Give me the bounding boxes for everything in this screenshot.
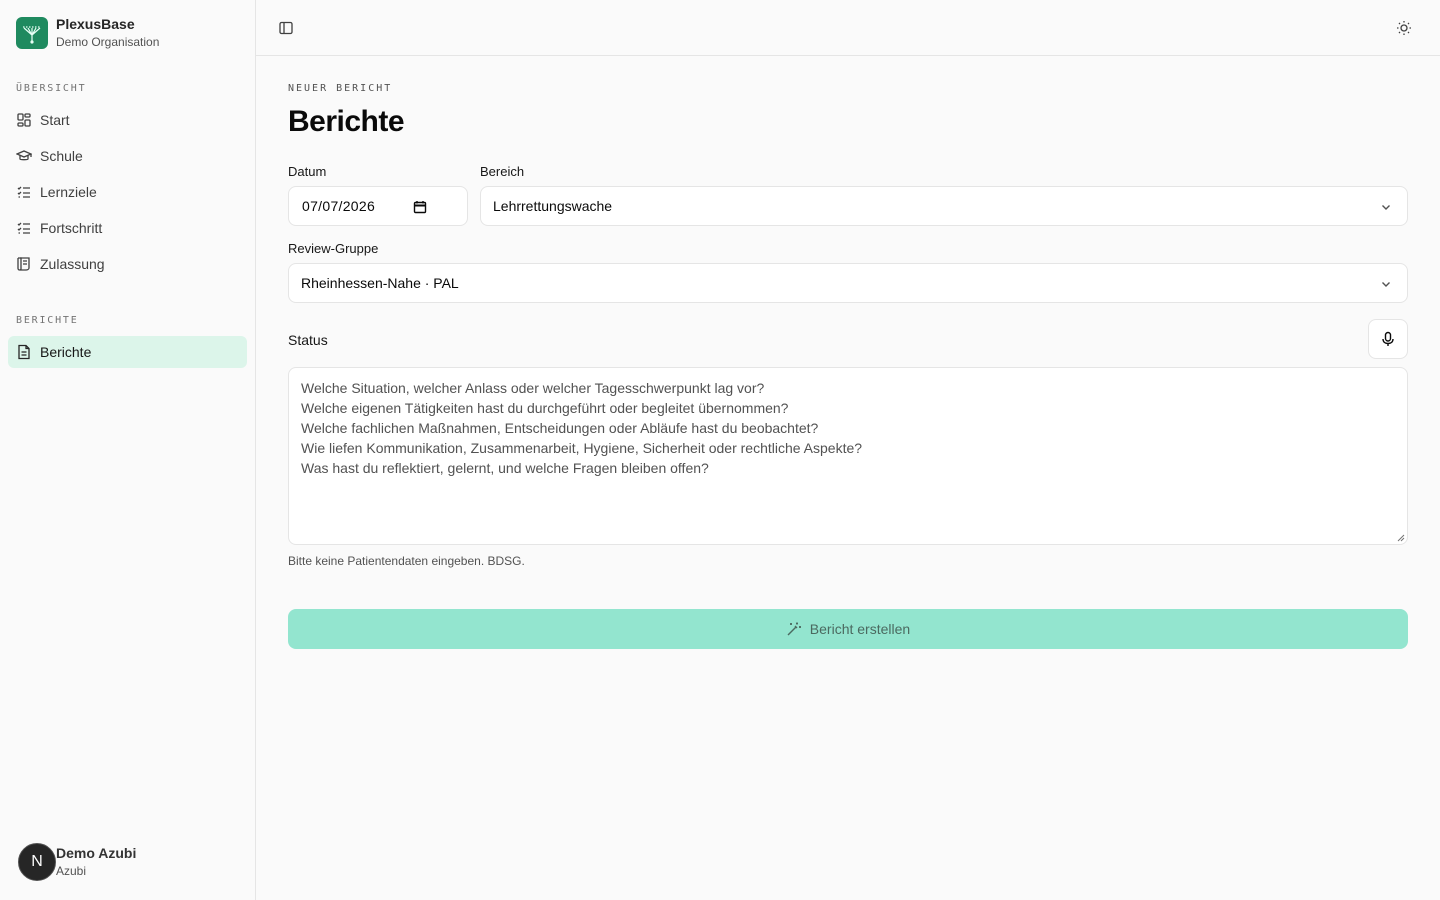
- placeholder-line: Welche fachlichen Maßnahmen, Entscheidun…: [301, 420, 819, 436]
- microphone-icon: [1382, 331, 1394, 346]
- graduation-cap-icon: [16, 150, 32, 161]
- scroll-icon: [17, 257, 30, 271]
- privacy-hint: Bitte keine Patientendaten eingeben. BDS…: [288, 554, 525, 568]
- avatar: N: [18, 843, 56, 881]
- brand-name: PlexusBase: [56, 16, 135, 32]
- placeholder-line: Wie liefen Kommunikation, Zusammenarbeit…: [301, 440, 863, 456]
- sidebar-item-berichte[interactable]: Berichte: [8, 336, 247, 368]
- placeholder-line: Welche Situation, welcher Anlass oder we…: [301, 380, 765, 396]
- sidebar-item-label: Fortschritt: [40, 220, 103, 236]
- user-menu[interactable]: N Demo Azubi Azubi: [18, 843, 136, 881]
- area-select[interactable]: Lehrrettungswache: [480, 186, 1408, 226]
- page-title: Berichte: [288, 105, 405, 138]
- placeholder-line: Was hast du reflektiert, gelernt, und we…: [301, 460, 709, 476]
- magic-wand-icon: [787, 622, 801, 636]
- review-group-label: Review-Gruppe: [288, 241, 379, 256]
- sidebar-item-zulassung[interactable]: Zulassung: [8, 248, 247, 280]
- chevron-down-icon: [1382, 282, 1390, 287]
- sun-icon: [1397, 21, 1411, 35]
- user-role: Azubi: [56, 864, 87, 878]
- area-selected-value: Lehrrettungswache: [493, 198, 613, 214]
- sidebar-item-label: Zulassung: [40, 256, 105, 272]
- calendar-icon[interactable]: [413, 200, 427, 214]
- sidebar: PlexusBase Demo Organisation ÜBERSICHT S…: [0, 0, 256, 900]
- sidebar-item-label: Berichte: [40, 344, 92, 360]
- sidebar-item-label: Start: [40, 112, 70, 128]
- topbar: [256, 0, 1440, 56]
- sidebar-item-label: Lernziele: [40, 184, 97, 200]
- organisation-name: Demo Organisation: [56, 35, 160, 49]
- create-report-button[interactable]: Bericht erstellen: [288, 609, 1408, 649]
- date-value: 07/07/2026: [302, 198, 376, 214]
- sidebar-item-schule[interactable]: Schule: [8, 140, 247, 172]
- sidebar-toggle-button[interactable]: [272, 14, 300, 42]
- user-name: Demo Azubi: [56, 845, 137, 861]
- dashboard-icon: [17, 113, 31, 127]
- area-label: Bereich: [480, 164, 525, 179]
- section-label-reports: BERICHTE: [16, 315, 79, 326]
- sidebar-nav-reports: Berichte: [8, 336, 247, 372]
- create-report-label: Bericht erstellen: [809, 621, 911, 637]
- date-label: Datum: [288, 164, 327, 179]
- chevron-down-icon: [1382, 205, 1390, 210]
- status-textarea[interactable]: Welche Situation, welcher Anlass oder we…: [288, 367, 1408, 545]
- sidebar-item-start[interactable]: Start: [8, 104, 247, 136]
- sidebar-nav-overview: Start Schule Lernziele Fortschritt Zulas…: [8, 104, 247, 284]
- section-label-overview: ÜBERSICHT: [16, 83, 87, 94]
- panel-left-icon: [279, 21, 293, 35]
- file-text-icon: [18, 344, 30, 360]
- status-label: Status: [288, 332, 328, 348]
- theme-toggle-button[interactable]: [1390, 14, 1418, 42]
- sidebar-item-lernziele[interactable]: Lernziele: [8, 176, 247, 208]
- date-input[interactable]: 07/07/2026: [288, 186, 468, 226]
- review-group-selected-value: Rheinhessen-Nahe · PAL: [301, 275, 459, 291]
- review-group-select[interactable]: Rheinhessen-Nahe · PAL: [288, 263, 1408, 303]
- page-eyebrow: NEUER BERICHT: [288, 83, 393, 94]
- sidebar-item-fortschritt[interactable]: Fortschritt: [8, 212, 247, 244]
- sidebar-item-label: Schule: [40, 148, 83, 164]
- resize-handle-icon[interactable]: [1397, 534, 1405, 542]
- checklist-icon: [17, 222, 30, 234]
- checklist-icon: [17, 186, 30, 198]
- voice-input-button[interactable]: [1368, 319, 1408, 359]
- plexus-logo-icon: [16, 17, 48, 49]
- placeholder-line: Welche eigenen Tätigkeiten hast du durch…: [301, 400, 789, 416]
- brand[interactable]: PlexusBase Demo Organisation: [16, 16, 159, 50]
